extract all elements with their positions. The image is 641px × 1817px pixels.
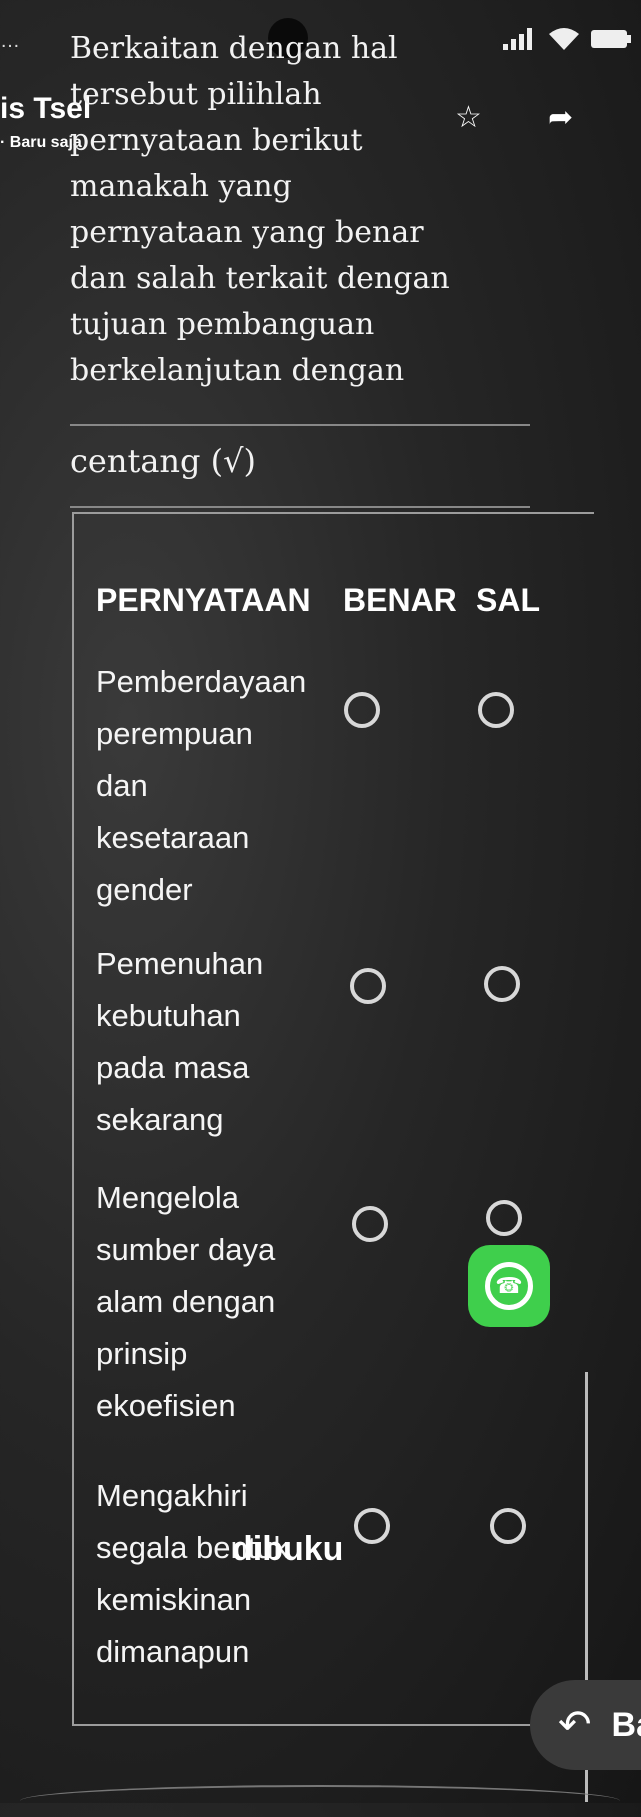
back-button-label: Ba — [611, 1705, 641, 1744]
statement-line: Pemenuhan — [96, 946, 264, 981]
question-text: Berkaitan dengan hal tersebut pilihlah p… — [70, 26, 490, 394]
statement-line: ekoefisien — [96, 1388, 236, 1423]
statement-line: sumber daya — [96, 1232, 276, 1267]
status-left-text: … — [0, 30, 20, 52]
forward-arrow-icon[interactable]: ➦ — [548, 100, 573, 135]
header-statement: PERNYATAAN — [96, 582, 311, 618]
radio-true-row-3[interactable] — [352, 1206, 388, 1242]
question-line: tersebut pilihlah — [70, 77, 322, 112]
status-indicators — [503, 26, 631, 52]
divider — [70, 506, 530, 508]
radio-false-row-3[interactable] — [486, 1200, 522, 1236]
back-button[interactable]: ↶ Ba — [530, 1680, 641, 1770]
whatsapp-share-button[interactable]: ☎ — [468, 1245, 550, 1327]
back-arrow-icon: ↶ — [558, 1703, 592, 1747]
statement-line: kebutuhan — [96, 998, 241, 1033]
whatsapp-icon: ☎ — [485, 1262, 533, 1310]
radio-true-row-4[interactable] — [354, 1508, 390, 1544]
statement-line: perempuan — [96, 716, 253, 751]
radio-false-row-4[interactable] — [490, 1508, 526, 1544]
radio-false-row-2[interactable] — [484, 966, 520, 1002]
statement-line: alam dengan — [96, 1284, 276, 1319]
signal-icon — [503, 28, 532, 50]
statement-line: kemiskinan — [96, 1582, 252, 1617]
overlay-caption: dibuku — [232, 1530, 344, 1568]
bottom-bezel — [20, 1785, 620, 1817]
table-row-statement: Mengelola sumber daya alam dengan prinsi… — [96, 1172, 336, 1432]
statement-line: dimanapun — [96, 1634, 250, 1669]
statement-line: Pemberdayaan — [96, 664, 307, 699]
radio-false-row-1[interactable] — [478, 692, 514, 728]
question-line: berkelanjutan dengan — [70, 353, 405, 388]
question-line: Berkaitan dengan hal — [70, 31, 398, 66]
statement-line: Mengelola — [96, 1180, 240, 1215]
statement-line: dan — [96, 768, 148, 803]
table-row-statement: Pemenuhan kebutuhan pada masa sekarang — [96, 938, 336, 1146]
table-row-statement: Mengakhiri segala bentuk kemiskinan dima… — [96, 1470, 336, 1678]
question-line: manakah yang — [70, 169, 292, 204]
question-line: tujuan pembanguan — [70, 307, 375, 342]
radio-true-row-1[interactable] — [344, 692, 380, 728]
statement-line: prinsip — [96, 1336, 188, 1371]
statement-line: sekarang — [96, 1102, 224, 1137]
table-row-statement: Pemberdayaan perempuan dan kesetaraan ge… — [96, 656, 336, 916]
question-line: pernyataan yang benar — [70, 215, 424, 250]
instruction-text: centang (√) — [70, 442, 257, 480]
header-false: SAL — [476, 582, 540, 618]
statement-line: gender — [96, 872, 193, 907]
question-line: pernyataan berikut — [70, 123, 363, 158]
statement-line: Mengakhiri — [96, 1478, 248, 1513]
statement-line: kesetaraan — [96, 820, 250, 855]
wifi-icon — [549, 28, 579, 50]
question-line: dan salah terkait dengan — [70, 261, 450, 296]
header-true: BENAR — [343, 582, 457, 618]
statement-line: pada masa — [96, 1050, 250, 1085]
battery-icon — [591, 30, 631, 48]
divider — [70, 424, 530, 426]
radio-true-row-2[interactable] — [350, 968, 386, 1004]
